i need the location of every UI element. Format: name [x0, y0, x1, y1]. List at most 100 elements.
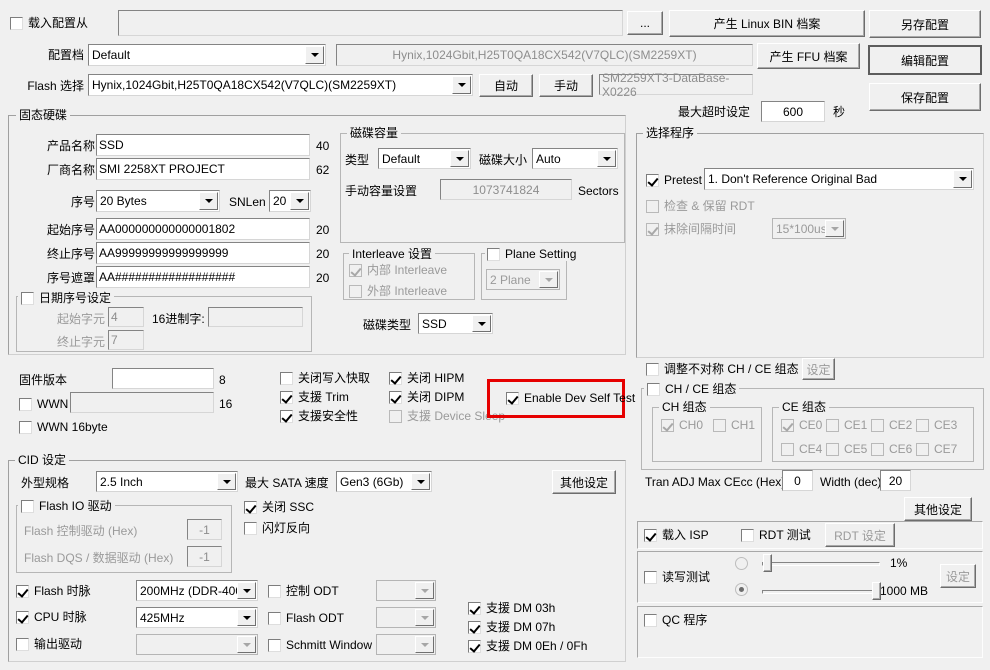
- disk-size-combo[interactable]: Auto: [532, 148, 618, 169]
- pretest-checkbox[interactable]: Pretest: [646, 173, 702, 187]
- adjust-asym-checkbox-box[interactable]: [646, 362, 659, 376]
- flash-clock-checkbox-box[interactable]: [16, 584, 29, 598]
- rw-percent-slider-thumb[interactable]: [763, 554, 772, 572]
- schmitt-window-checkbox-box[interactable]: [268, 638, 281, 652]
- wwn-input[interactable]: [70, 392, 214, 413]
- load-config-path-input[interactable]: [118, 10, 623, 36]
- disk-type-chevron-down-icon[interactable]: [472, 315, 491, 332]
- form-factor-chevron-down-icon[interactable]: [217, 473, 236, 490]
- snlen-chevron-down-icon[interactable]: [290, 192, 309, 210]
- max-sata-combo[interactable]: Gen3 (6Gb): [336, 471, 432, 492]
- capacity-type-chevron-down-icon[interactable]: [450, 150, 469, 167]
- snlen-combo[interactable]: 20: [269, 190, 311, 212]
- adjust-asym-checkbox[interactable]: 调整不对称 CH / CE 组态: [646, 362, 799, 376]
- width-dec-input[interactable]: 20: [880, 470, 911, 491]
- rdt-test-checkbox[interactable]: RDT 测试: [741, 528, 811, 542]
- flash-clock-chevron-down-icon[interactable]: [237, 582, 256, 599]
- support-dm-07h-checkbox-box[interactable]: [468, 620, 481, 634]
- support-dm-03h-checkbox-box[interactable]: [468, 601, 481, 615]
- ch-ce-group-checkbox-box[interactable]: [647, 382, 660, 396]
- load-isp-checkbox[interactable]: 载入 ISP: [644, 528, 709, 542]
- pretest-checkbox-box[interactable]: [646, 173, 659, 187]
- config-file-chevron-down-icon[interactable]: [305, 46, 324, 64]
- support-trim-checkbox[interactable]: 支援 Trim: [280, 390, 349, 404]
- max-sata-chevron-down-icon[interactable]: [411, 473, 430, 490]
- disable-write-cache-checkbox-box[interactable]: [280, 371, 293, 385]
- wwn-16byte-checkbox-box[interactable]: [19, 420, 32, 434]
- edit-config-button[interactable]: 编辑配置: [868, 45, 982, 75]
- capacity-type-combo[interactable]: Default: [378, 148, 471, 169]
- enable-dev-self-test-checkbox[interactable]: Enable Dev Self Test: [506, 391, 635, 405]
- support-trim-checkbox-box[interactable]: [280, 390, 293, 404]
- flash-io-drive-checkbox[interactable]: Flash IO 驱动: [18, 499, 115, 513]
- serial-number-combo[interactable]: 20 Bytes: [96, 190, 220, 212]
- rw-mb-slider[interactable]: [762, 590, 880, 594]
- led-invert-checkbox-box[interactable]: [244, 521, 257, 535]
- auto-button[interactable]: 自动: [479, 74, 533, 97]
- rw-percent-slider[interactable]: [762, 562, 880, 566]
- config-file-combo[interactable]: Default: [88, 44, 326, 66]
- led-invert-checkbox[interactable]: 闪灯反向: [244, 521, 310, 535]
- disable-dipm-checkbox-box[interactable]: [389, 390, 402, 404]
- disable-ssc-checkbox-box[interactable]: [244, 500, 257, 514]
- form-factor-combo[interactable]: 2.5 Inch: [96, 471, 238, 492]
- hex-char-input[interactable]: [208, 307, 303, 327]
- disable-dipm-checkbox[interactable]: 关闭 DIPM: [389, 390, 464, 404]
- rw-mb-radio[interactable]: [735, 583, 748, 596]
- tran-adj-input[interactable]: 0: [782, 470, 813, 491]
- support-dm-07h-checkbox[interactable]: 支援 DM 07h: [468, 620, 555, 634]
- disable-write-cache-checkbox[interactable]: 关闭写入快取: [280, 371, 370, 385]
- rw-test-checkbox[interactable]: 读写测试: [644, 570, 710, 584]
- cpu-clock-checkbox-box[interactable]: [16, 610, 29, 624]
- rw-percent-radio[interactable]: [735, 557, 748, 570]
- flash-odt-checkbox-box[interactable]: [268, 611, 281, 625]
- ctrl-odt-checkbox[interactable]: 控制 ODT: [268, 584, 339, 598]
- flash-dqs-drive-input[interactable]: -1: [187, 546, 222, 567]
- ctrl-odt-checkbox-box[interactable]: [268, 584, 281, 598]
- disk-type-combo[interactable]: SSD: [418, 313, 493, 334]
- vendor-name-input[interactable]: SMI 2258XT PROJECT: [96, 158, 310, 180]
- sn-end-input[interactable]: AA99999999999999999: [96, 242, 310, 264]
- flash-io-drive-checkbox-box[interactable]: [21, 499, 34, 513]
- generate-ffu-button[interactable]: 产生 FFU 档案: [757, 43, 860, 69]
- browse-button[interactable]: ...: [627, 11, 663, 35]
- wwn-16byte-checkbox[interactable]: WWN 16byte: [19, 420, 108, 434]
- flash-select-combo[interactable]: Hynix,1024Gbit,H25T0QA18CX542(V7QLC)(SM2…: [88, 74, 473, 96]
- fw-version-input[interactable]: [112, 368, 214, 389]
- qc-program-checkbox[interactable]: QC 程序: [644, 613, 707, 627]
- wwn-checkbox-box[interactable]: [19, 397, 32, 411]
- pretest-chevron-down-icon[interactable]: [953, 170, 972, 188]
- sn-start-input[interactable]: AA000000000000001802: [96, 218, 310, 240]
- output-drive-checkbox[interactable]: 输出驱动: [16, 637, 82, 651]
- program-other-settings-button[interactable]: 其他设定: [904, 497, 972, 521]
- flash-select-chevron-down-icon[interactable]: [452, 76, 471, 94]
- manual-capacity-input[interactable]: 1073741824: [440, 179, 572, 200]
- disable-hipm-checkbox[interactable]: 关闭 HIPM: [389, 371, 464, 385]
- support-security-checkbox[interactable]: 支援安全性: [280, 409, 358, 423]
- ch-ce-group-checkbox[interactable]: CH / CE 组态: [644, 382, 740, 396]
- plane-setting-checkbox[interactable]: Plane Setting: [485, 247, 579, 261]
- qc-program-checkbox-box[interactable]: [644, 613, 657, 627]
- load-isp-checkbox-box[interactable]: [644, 528, 657, 542]
- cid-other-settings-button[interactable]: 其他设定: [552, 470, 616, 494]
- save-as-config-button[interactable]: 另存配置: [869, 10, 981, 38]
- serial-number-chevron-down-icon[interactable]: [199, 192, 218, 210]
- disable-ssc-checkbox[interactable]: 关闭 SSC: [244, 500, 314, 514]
- date-serial-checkbox-box[interactable]: [21, 291, 34, 305]
- support-dm-03h-checkbox[interactable]: 支援 DM 03h: [468, 601, 555, 615]
- schmitt-window-checkbox[interactable]: Schmitt Window: [268, 638, 372, 652]
- product-name-input[interactable]: SSD: [96, 134, 310, 156]
- cpu-clock-chevron-down-icon[interactable]: [237, 609, 256, 626]
- plane-setting-checkbox-box[interactable]: [487, 247, 500, 261]
- cpu-clock-combo[interactable]: 425MHz: [136, 607, 258, 628]
- load-config-from-checkbox[interactable]: 载入配置从: [10, 16, 88, 30]
- date-serial-checkbox[interactable]: 日期序号设定: [18, 291, 115, 305]
- flash-odt-checkbox[interactable]: Flash ODT: [268, 611, 344, 625]
- pretest-combo[interactable]: 1. Don't Reference Original Bad: [704, 168, 974, 190]
- wwn-checkbox[interactable]: WWN: [19, 397, 68, 411]
- rdt-test-checkbox-box[interactable]: [741, 528, 754, 542]
- disk-size-chevron-down-icon[interactable]: [597, 150, 616, 167]
- generate-linux-bin-button[interactable]: 产生 Linux BIN 档案: [669, 10, 865, 37]
- output-drive-checkbox-box[interactable]: [16, 637, 29, 651]
- manual-button[interactable]: 手动: [539, 74, 593, 97]
